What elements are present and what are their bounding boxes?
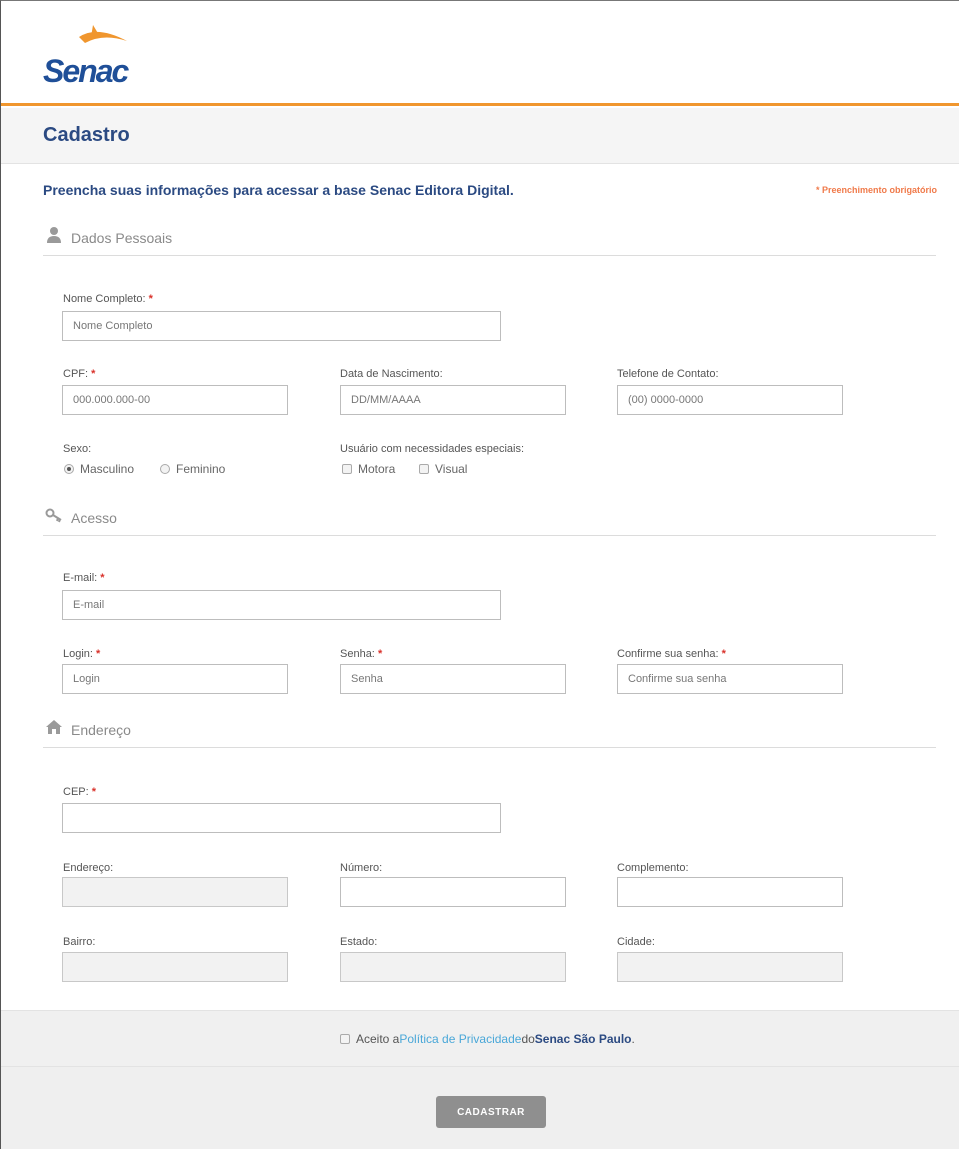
checkbox[interactable]: [342, 464, 352, 474]
page-title: Cadastro: [43, 124, 130, 146]
accept-prefix: Aceito a: [356, 1032, 400, 1046]
city-input: [617, 952, 843, 982]
birth-date-input[interactable]: [340, 385, 566, 415]
accept-brand: Senac São Paulo: [534, 1032, 632, 1046]
login-label: Login: *: [63, 648, 101, 660]
logo-text: Senac: [43, 53, 129, 89]
cpf-label: CPF: *: [63, 368, 96, 380]
email-input[interactable]: [62, 590, 501, 620]
senac-logo[interactable]: Senac: [41, 23, 141, 93]
login-input[interactable]: [62, 664, 288, 694]
street-label: Endereço:: [63, 862, 114, 874]
full-name-label: Nome Completo: *: [63, 293, 153, 305]
city-label: Cidade:: [617, 936, 655, 948]
radio-button-selected[interactable]: [64, 464, 74, 474]
password-input[interactable]: [340, 664, 566, 694]
special-needs-visual[interactable]: Visual: [419, 462, 467, 476]
header: Senac: [1, 1, 959, 106]
confirm-password-label: Confirme sua senha: *: [617, 648, 726, 660]
cep-input[interactable]: [62, 803, 501, 833]
accept-checkbox[interactable]: [340, 1034, 350, 1044]
sex-option-masculino[interactable]: Masculino: [64, 462, 134, 476]
user-icon: [47, 227, 61, 243]
checkbox[interactable]: [419, 464, 429, 474]
complement-label: Complemento:: [617, 862, 689, 874]
complement-input[interactable]: [617, 877, 843, 907]
state-label: Estado:: [340, 936, 378, 948]
confirm-password-input[interactable]: [617, 664, 843, 694]
submit-button[interactable]: CADASTRAR: [436, 1096, 546, 1128]
street-input: [62, 877, 288, 907]
full-name-input[interactable]: [62, 311, 501, 341]
phone-input[interactable]: [617, 385, 843, 415]
phone-label: Telefone de Contato:: [617, 368, 719, 380]
privacy-band: Aceito a Política de Privacidade do Sena…: [1, 1010, 959, 1067]
sex-option-feminino[interactable]: Feminino: [160, 462, 225, 476]
accept-suffix: .: [631, 1032, 635, 1046]
title-bar: Cadastro: [1, 108, 959, 164]
number-input[interactable]: [340, 877, 566, 907]
section-access: Acesso: [43, 506, 936, 536]
cpf-input[interactable]: [62, 385, 288, 415]
password-label: Senha: *: [340, 648, 383, 660]
special-needs-label: Usuário com necessidades especiais:: [340, 443, 525, 455]
neighborhood-input: [62, 952, 288, 982]
radio-button[interactable]: [160, 464, 170, 474]
sex-label: Sexo:: [63, 443, 92, 455]
state-input: [340, 952, 566, 982]
cep-label: CEP: *: [63, 786, 97, 798]
neighborhood-label: Bairro:: [63, 936, 96, 948]
section-title: Endereço: [71, 722, 131, 738]
required-note: * Preenchimento obrigatório: [815, 185, 937, 195]
submit-band: CADASTRAR: [1, 1067, 959, 1149]
home-icon: [46, 720, 62, 734]
section-title: Dados Pessoais: [71, 230, 173, 246]
section-address: Endereço: [43, 718, 936, 748]
section-personal: Dados Pessoais: [43, 226, 936, 256]
number-label: Número:: [340, 862, 383, 874]
section-title: Acesso: [71, 510, 117, 526]
birth-date-label: Data de Nascimento:: [340, 368, 443, 380]
accept-mid: do: [521, 1032, 535, 1046]
key-icon: [45, 508, 62, 523]
privacy-policy-link[interactable]: Política de Privacidade: [399, 1032, 521, 1046]
special-needs-motora[interactable]: Motora: [342, 462, 395, 476]
intro-text: Preencha suas informações para acessar a…: [43, 182, 514, 198]
accept-policy[interactable]: Aceito a Política de Privacidade do Sena…: [340, 1032, 635, 1046]
email-label: E-mail: *: [63, 572, 105, 584]
